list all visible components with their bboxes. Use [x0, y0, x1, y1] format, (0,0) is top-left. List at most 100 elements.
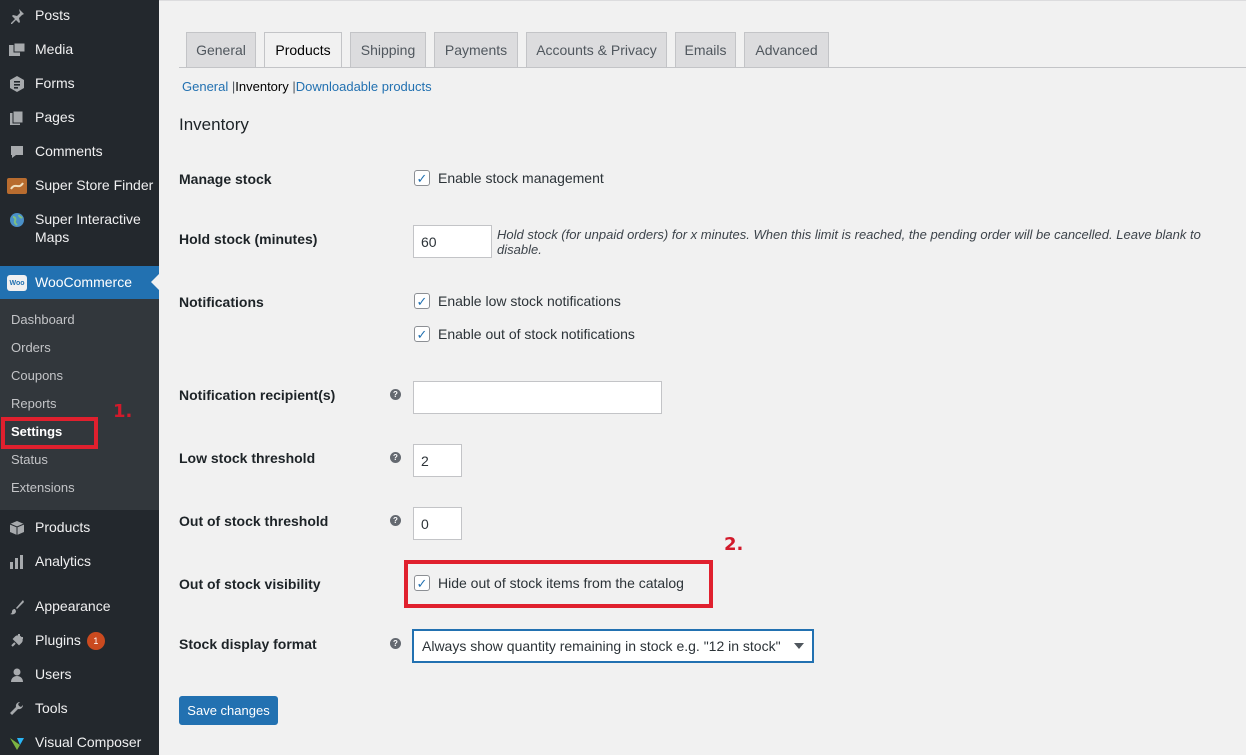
- stock-display-format-label: Stock display format: [179, 636, 317, 652]
- out-of-stock-notification-checkbox[interactable]: ✓: [414, 326, 430, 342]
- help-icon[interactable]: ?: [390, 452, 401, 463]
- manage-stock-option: ✓ Enable stock management: [414, 170, 604, 186]
- tabs-underline: [179, 67, 1246, 68]
- menu-item-comments[interactable]: Comments: [0, 142, 159, 162]
- out-of-stock-threshold-input[interactable]: 0: [413, 507, 462, 540]
- low-stock-threshold-input[interactable]: 2: [413, 444, 462, 477]
- subsection-inventory-current: Inventory: [235, 79, 289, 94]
- pages-icon: [7, 108, 27, 128]
- menu-label-pages: Pages: [35, 109, 75, 125]
- menu-label-visual-composer: Visual Composer: [35, 734, 142, 750]
- low-stock-notification-checkbox[interactable]: ✓: [414, 293, 430, 309]
- menu-item-pages[interactable]: Pages: [0, 108, 159, 128]
- menu-item-plugins[interactable]: Plugins 1: [0, 631, 159, 651]
- stock-display-format-value: Always show quantity remaining in stock …: [422, 638, 781, 654]
- out-of-stock-visibility-label: Out of stock visibility: [179, 576, 321, 592]
- comments-icon: [7, 142, 27, 162]
- menu-item-forms[interactable]: Forms: [0, 74, 159, 94]
- bar-chart-icon: [7, 552, 27, 572]
- submenu-reports[interactable]: Reports: [11, 396, 57, 412]
- menu-item-products[interactable]: Products: [0, 518, 159, 538]
- menu-item-woocommerce[interactable]: Woo WooCommerce: [0, 273, 159, 293]
- submenu-dashboard[interactable]: Dashboard: [11, 312, 75, 328]
- annotation-box-visibility: [404, 560, 713, 608]
- section-title: Inventory: [179, 115, 249, 134]
- subsection-general-link[interactable]: General: [182, 79, 228, 94]
- submenu-orders[interactable]: Orders: [11, 340, 51, 356]
- hold-stock-label: Hold stock (minutes): [179, 231, 318, 247]
- low-stock-notification-label: Enable low stock notifications: [438, 293, 621, 309]
- plugins-update-badge: 1: [86, 632, 105, 651]
- box-icon: [7, 518, 27, 538]
- menu-label-comments: Comments: [35, 143, 103, 159]
- low-stock-notification-option: ✓ Enable low stock notifications: [414, 293, 621, 309]
- menu-label-woocommerce: WooCommerce: [35, 274, 132, 290]
- submenu-status[interactable]: Status: [11, 452, 48, 468]
- wrench-icon: [7, 699, 27, 719]
- help-icon[interactable]: ?: [390, 515, 401, 526]
- save-changes-button[interactable]: Save changes: [179, 696, 278, 725]
- out-of-stock-notification-label: Enable out of stock notifications: [438, 326, 635, 342]
- menu-label-media: Media: [35, 41, 74, 57]
- menu-label-super-store-finder: Super Store Finder: [35, 177, 154, 193]
- out-of-stock-notification-option: ✓ Enable out of stock notifications: [414, 326, 635, 342]
- menu-label-users: Users: [35, 666, 72, 682]
- annotation-box-settings: [1, 417, 98, 449]
- manage-stock-checkbox-label: Enable stock management: [438, 170, 604, 186]
- menu-label-products: Products: [35, 519, 91, 535]
- tab-shipping[interactable]: Shipping: [350, 32, 426, 68]
- subsection-links: General |Inventory |Downloadable product…: [182, 79, 432, 94]
- menu-label-appearance: Appearance: [35, 598, 111, 614]
- plug-icon: [7, 631, 27, 651]
- menu-item-tools[interactable]: Tools: [0, 699, 159, 719]
- globe-icon: [7, 210, 27, 230]
- menu-label-super-interactive-maps: Super Interactive Maps: [35, 211, 141, 245]
- tab-products[interactable]: Products: [264, 32, 342, 68]
- submenu-coupons[interactable]: Coupons: [11, 368, 63, 384]
- menu-item-super-interactive-maps[interactable]: Super Interactive Maps: [0, 210, 159, 246]
- media-icon: [7, 40, 27, 60]
- low-stock-threshold-label: Low stock threshold: [179, 450, 316, 466]
- help-icon[interactable]: ?: [390, 389, 401, 400]
- menu-item-super-store-finder[interactable]: Super Store Finder: [0, 176, 159, 196]
- menu-item-posts[interactable]: Posts: [0, 6, 159, 26]
- woo-logo-text: Woo: [7, 275, 27, 291]
- plugins-text: Plugins: [35, 632, 81, 648]
- visual-composer-icon: [7, 733, 27, 753]
- tab-emails[interactable]: Emails: [675, 32, 736, 68]
- tab-accounts-privacy[interactable]: Accounts & Privacy: [526, 32, 667, 68]
- menu-label-tools: Tools: [35, 700, 68, 716]
- menu-label-analytics: Analytics: [35, 553, 92, 569]
- menu-label-plugins: Plugins 1: [35, 631, 105, 651]
- woocommerce-icon: Woo: [7, 273, 27, 293]
- forms-icon: [7, 74, 27, 94]
- stock-display-format-select[interactable]: Always show quantity remaining in stock …: [413, 630, 813, 662]
- menu-item-users[interactable]: Users: [0, 665, 159, 685]
- top-divider: [159, 0, 1246, 1]
- subsection-downloadable-link[interactable]: Downloadable products: [296, 79, 432, 94]
- submenu-extensions[interactable]: Extensions: [11, 480, 75, 496]
- tab-general[interactable]: General: [186, 32, 256, 68]
- notification-recipient-label: Notification recipient(s): [179, 387, 336, 403]
- admin-sidebar: Posts Media Forms Pages Comments Super S…: [0, 0, 159, 755]
- menu-item-media[interactable]: Media: [0, 40, 159, 60]
- notification-recipient-input[interactable]: [413, 381, 662, 414]
- main-content: General Products Shipping Payments Accou…: [159, 0, 1246, 755]
- chevron-down-icon: [794, 643, 804, 649]
- paintbrush-icon: [7, 597, 27, 617]
- tab-payments[interactable]: Payments: [434, 32, 518, 68]
- menu-item-analytics[interactable]: Analytics: [0, 552, 159, 572]
- out-of-stock-threshold-label: Out of stock threshold: [179, 513, 329, 529]
- hold-stock-description: Hold stock (for unpaid orders) for x min…: [497, 227, 1201, 257]
- store-finder-icon: [7, 176, 27, 196]
- menu-item-appearance[interactable]: Appearance: [0, 597, 159, 617]
- menu-item-visual-composer[interactable]: Visual Composer: [0, 733, 159, 753]
- help-icon[interactable]: ?: [390, 638, 401, 649]
- annotation-number-2: 2.: [724, 534, 744, 555]
- manage-stock-checkbox[interactable]: ✓: [414, 170, 430, 186]
- manage-stock-label: Manage stock: [179, 171, 272, 187]
- woocommerce-submenu: Dashboard Orders Coupons Reports Setting…: [0, 299, 159, 510]
- tab-advanced[interactable]: Advanced: [744, 32, 829, 68]
- hold-stock-input[interactable]: 60: [413, 225, 492, 258]
- user-icon: [7, 665, 27, 685]
